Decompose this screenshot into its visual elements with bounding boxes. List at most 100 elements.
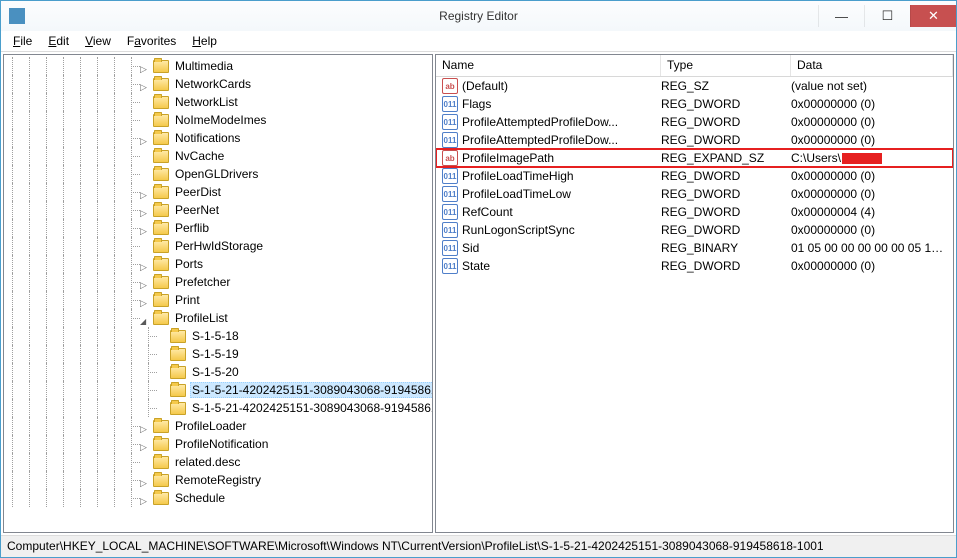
value-type: REG_SZ — [661, 79, 791, 93]
tree-node[interactable]: NoImeModeImes — [4, 111, 432, 129]
tree-node[interactable]: S-1-5-21-4202425151-3089043068-919458618 — [4, 381, 432, 399]
tree-node[interactable]: NvCache — [4, 147, 432, 165]
value-data: 0x00000000 (0) — [791, 259, 953, 273]
value-type: REG_DWORD — [661, 187, 791, 201]
tree-node[interactable]: ProfileLoader — [4, 417, 432, 435]
value-data: 0x00000000 (0) — [791, 97, 953, 111]
expander-none — [140, 151, 151, 162]
string-value-icon: ab — [442, 78, 458, 94]
tree-node[interactable]: S-1-5-18 — [4, 327, 432, 345]
col-name[interactable]: Name — [436, 55, 661, 76]
tree-node[interactable]: Prefetcher — [4, 273, 432, 291]
tree-node[interactable]: S-1-5-19 — [4, 345, 432, 363]
value-row[interactable]: abProfileImagePathREG_EXPAND_SZC:\Users\ — [436, 149, 953, 167]
expander-none — [157, 349, 168, 360]
expander-icon[interactable] — [140, 295, 151, 306]
value-row[interactable]: 011StateREG_DWORD0x00000000 (0) — [436, 257, 953, 275]
tree-node[interactable]: Print — [4, 291, 432, 309]
tree-node[interactable]: ProfileNotification — [4, 435, 432, 453]
tree-pane[interactable]: MultimediaNetworkCards NetworkList NoImeMo… — [3, 54, 433, 533]
folder-icon — [153, 240, 169, 253]
binary-value-icon: 011 — [442, 168, 458, 184]
expander-icon[interactable] — [140, 421, 151, 432]
expander-icon[interactable] — [140, 439, 151, 450]
binary-value-icon: 011 — [442, 222, 458, 238]
folder-icon — [153, 204, 169, 217]
value-data: 0x00000000 (0) — [791, 133, 953, 147]
expander-icon[interactable] — [140, 223, 151, 234]
value-row[interactable]: 011ProfileLoadTimeLowREG_DWORD0x00000000… — [436, 185, 953, 203]
tree-label: Print — [173, 293, 202, 307]
expander-none — [157, 385, 168, 396]
tree-node[interactable]: Multimedia — [4, 57, 432, 75]
value-row[interactable]: 011SidREG_BINARY01 05 00 00 00 00 00 05 … — [436, 239, 953, 257]
value-data: 0x00000000 (0) — [791, 169, 953, 183]
folder-icon — [153, 150, 169, 163]
close-button[interactable]: ✕ — [910, 5, 956, 27]
value-name: ProfileLoadTimeHigh — [462, 169, 661, 183]
expander-icon[interactable] — [140, 493, 151, 504]
value-name: State — [462, 259, 661, 273]
expander-icon[interactable] — [140, 133, 151, 144]
tree-label: S-1-5-19 — [190, 347, 241, 361]
tree-label: NoImeModeImes — [173, 113, 268, 127]
tree-node[interactable]: Perflib — [4, 219, 432, 237]
value-row[interactable]: ab(Default)REG_SZ(value not set) — [436, 77, 953, 95]
expander-icon[interactable] — [140, 187, 151, 198]
expander-icon[interactable] — [140, 259, 151, 270]
tree-node[interactable]: PeerNet — [4, 201, 432, 219]
tree-node[interactable]: Ports — [4, 255, 432, 273]
col-type[interactable]: Type — [661, 55, 791, 76]
tree-node[interactable]: ProfileList — [4, 309, 432, 327]
tree-node[interactable]: PeerDist — [4, 183, 432, 201]
tree-node[interactable]: S-1-5-21-4202425151-3089043068-919458618 — [4, 399, 432, 417]
tree-label: NetworkList — [173, 95, 240, 109]
folder-icon — [153, 420, 169, 433]
menu-favorites[interactable]: Favorites — [119, 32, 184, 50]
values-list: ab(Default)REG_SZ(value not set)011Flags… — [436, 77, 953, 275]
tree-label: ProfileNotification — [173, 437, 270, 451]
menu-view[interactable]: View — [77, 32, 119, 50]
value-name: Flags — [462, 97, 661, 111]
value-row[interactable]: 011ProfileAttemptedProfileDow...REG_DWOR… — [436, 113, 953, 131]
tree-node[interactable]: S-1-5-20 — [4, 363, 432, 381]
values-pane[interactable]: Name Type Data ab(Default)REG_SZ(value n… — [435, 54, 954, 533]
registry-tree: MultimediaNetworkCards NetworkList NoImeMo… — [4, 55, 432, 509]
tree-node[interactable]: Schedule — [4, 489, 432, 507]
folder-icon — [153, 96, 169, 109]
tree-node[interactable]: NetworkCards — [4, 75, 432, 93]
maximize-button[interactable]: ☐ — [864, 5, 910, 27]
value-type: REG_EXPAND_SZ — [661, 151, 791, 165]
expander-icon[interactable] — [140, 205, 151, 216]
value-name: ProfileLoadTimeLow — [462, 187, 661, 201]
menu-file[interactable]: File — [5, 32, 40, 50]
expander-none — [157, 331, 168, 342]
expander-icon[interactable] — [140, 475, 151, 486]
value-data: (value not set) — [791, 79, 953, 93]
tree-node[interactable]: OpenGLDrivers — [4, 165, 432, 183]
value-row[interactable]: 011FlagsREG_DWORD0x00000000 (0) — [436, 95, 953, 113]
expander-icon[interactable] — [140, 277, 151, 288]
value-row[interactable]: 011ProfileAttemptedProfileDow...REG_DWOR… — [436, 131, 953, 149]
menu-help[interactable]: Help — [184, 32, 225, 50]
tree-label: OpenGLDrivers — [173, 167, 260, 181]
menu-edit[interactable]: Edit — [40, 32, 77, 50]
folder-icon — [153, 312, 169, 325]
minimize-button[interactable]: — — [818, 5, 864, 27]
value-row[interactable]: 011RunLogonScriptSyncREG_DWORD0x00000000… — [436, 221, 953, 239]
tree-node[interactable]: Notifications — [4, 129, 432, 147]
expander-icon[interactable] — [140, 79, 151, 90]
tree-node[interactable]: RemoteRegistry — [4, 471, 432, 489]
value-row[interactable]: 011RefCountREG_DWORD0x00000004 (4) — [436, 203, 953, 221]
expander-icon[interactable] — [140, 313, 151, 324]
value-type: REG_DWORD — [661, 259, 791, 273]
expander-icon[interactable] — [140, 61, 151, 72]
folder-icon — [153, 294, 169, 307]
tree-node[interactable]: related.desc — [4, 453, 432, 471]
value-data: 01 05 00 00 00 00 00 05 15 00 00 00 3f — [791, 241, 953, 255]
titlebar[interactable]: Registry Editor — ☐ ✕ — [1, 1, 956, 31]
value-row[interactable]: 011ProfileLoadTimeHighREG_DWORD0x0000000… — [436, 167, 953, 185]
tree-node[interactable]: NetworkList — [4, 93, 432, 111]
tree-node[interactable]: PerHwIdStorage — [4, 237, 432, 255]
col-data[interactable]: Data — [791, 55, 953, 76]
